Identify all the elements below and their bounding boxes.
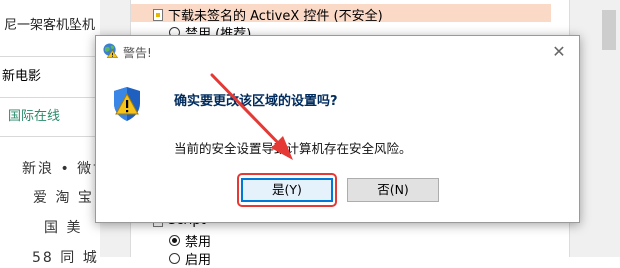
background-web-page: 尼一架客机坠机 新电影 国际在线 新浪 • 微博 爱 淘 宝 国 美 58 同 … bbox=[0, 0, 107, 266]
setting-item-icon bbox=[153, 8, 163, 21]
yes-highlight-box bbox=[237, 173, 337, 207]
radio-label: 启用 bbox=[185, 253, 212, 268]
shield-warning-icon bbox=[114, 87, 140, 121]
no-button[interactable]: 否(N) bbox=[347, 178, 439, 202]
close-icon[interactable]: ✕ bbox=[548, 41, 570, 63]
radio-label: 禁用 bbox=[185, 235, 212, 250]
setting-item-unsigned-activex[interactable]: 下载未签名的 ActiveX 控件 (不安全) bbox=[153, 5, 383, 24]
setting-item-label: 下载未签名的 ActiveX 控件 (不安全) bbox=[168, 9, 383, 24]
radio-button-icon[interactable] bbox=[169, 253, 180, 264]
dialog-main-message: 确实要更改该区域的设置吗? bbox=[174, 94, 338, 109]
link-aitaobao[interactable]: 爱 淘 宝 bbox=[33, 187, 94, 207]
dialog-title: 警告! bbox=[123, 46, 152, 60]
radio-disable[interactable]: 禁用 bbox=[169, 231, 211, 250]
link-gome[interactable]: 国 美 bbox=[44, 217, 82, 237]
warning-dialog: 警告! ✕ 确实要更改该区域的设置吗? 当前的安全设置导致计算机存在安全风险。 … bbox=[95, 35, 580, 223]
dialog-titlebar[interactable]: 警告! ✕ bbox=[96, 36, 579, 69]
news-headline[interactable]: 尼一架客机坠机 bbox=[0, 14, 102, 38]
link-58[interactable]: 58 同 城 bbox=[32, 247, 99, 267]
dialog-sub-message: 当前的安全设置导致计算机存在安全风险。 bbox=[174, 141, 412, 156]
tab-new-movie[interactable]: 新电影 bbox=[0, 56, 102, 97]
tab-cri-online[interactable]: 国际在线 bbox=[0, 97, 105, 137]
radio-button-selected-icon[interactable] bbox=[169, 235, 180, 246]
radio-enable[interactable]: 启用 bbox=[169, 249, 211, 268]
globe-warning-icon bbox=[103, 43, 118, 58]
vertical-scrollbar[interactable] bbox=[598, 0, 620, 257]
scrollbar-thumb[interactable] bbox=[602, 10, 616, 50]
